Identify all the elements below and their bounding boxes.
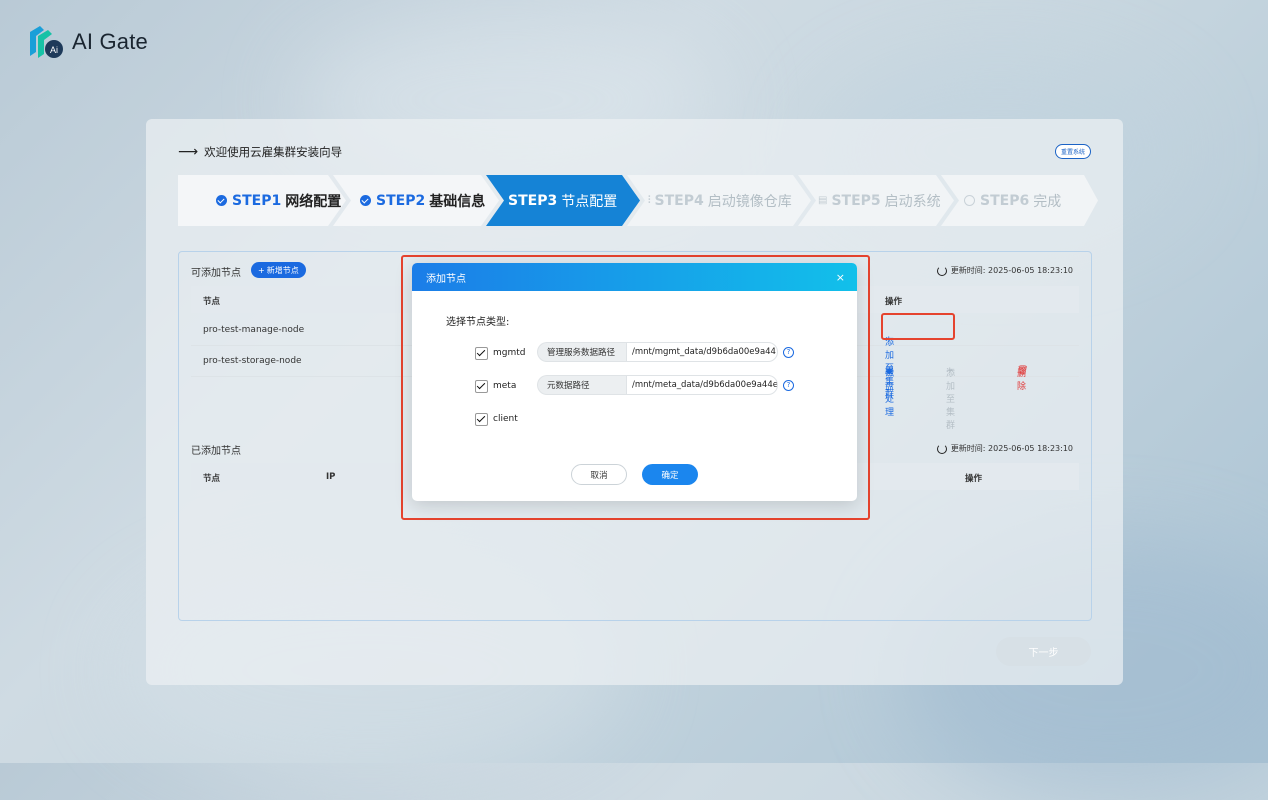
highlight-box: [881, 313, 955, 340]
add-node-label: 新增节点: [266, 265, 299, 275]
column-action: 操作: [965, 474, 983, 484]
step-number: STEP6: [980, 192, 1030, 209]
confirm-button[interactable]: 确定: [642, 464, 698, 485]
brand-name: AI Gate: [72, 29, 148, 54]
step-label: 基础信息: [429, 193, 486, 210]
available-updated-time: 更新时间: 2025-06-05 18:23:10: [936, 265, 1073, 276]
meta-path-input[interactable]: /mnt/meta_data/d9b6da00e9a44e: [626, 375, 778, 395]
mgmtd-path-input[interactable]: /mnt/mgmt_data/d9b6da00e9a44: [626, 342, 778, 362]
brand-logo: Ai AI Gate: [26, 22, 148, 62]
node-name: pro-test-manage-node: [203, 325, 305, 335]
step-4[interactable]: ⫶ STEP4 启动镜像仓库: [648, 175, 792, 226]
client-checkbox[interactable]: [475, 412, 488, 426]
check-circle-icon: [216, 195, 227, 206]
cancel-button[interactable]: 取消: [571, 464, 627, 485]
add-node-dialog: 添加节点 × 选择节点类型: mgmtd 管理服务数据路径 /mnt/mgmt_…: [412, 263, 857, 501]
updated-text: 更新时间: 2025-06-05 18:23:10: [950, 266, 1073, 275]
step-3[interactable]: STEP3 节点配置: [508, 175, 617, 226]
step-number: STEP5: [831, 192, 881, 209]
option-mgmtd: mgmtd: [475, 342, 526, 364]
step-1[interactable]: STEP1 网络配置: [216, 175, 341, 226]
option-label: client: [493, 414, 518, 424]
option-client: client: [475, 408, 518, 430]
step-label: 节点配置: [561, 193, 618, 210]
arrow-right-icon: ⟶: [178, 144, 199, 160]
node-type-prompt: 选择节点类型:: [446, 317, 510, 328]
help-icon[interactable]: ?: [783, 379, 794, 391]
column-node: 节点: [203, 474, 221, 484]
dialog-header: 添加节点 ×: [412, 263, 857, 291]
path-label: 元数据路径: [537, 375, 626, 395]
refresh-icon[interactable]: [936, 265, 947, 276]
step-label: 完成: [1033, 193, 1062, 210]
column-action: 操作: [885, 297, 903, 307]
add-node-button[interactable]: + 新增节点: [251, 262, 306, 278]
document-icon: ▤: [818, 195, 828, 206]
step-6[interactable]: STEP6 完成: [964, 175, 1061, 226]
help-icon[interactable]: ?: [783, 346, 794, 358]
signal-icon: ⫶: [648, 195, 651, 206]
reset-system-button[interactable]: 重置系统: [1054, 144, 1091, 159]
column-ip: IP: [326, 472, 336, 482]
check-circle-outline-icon: [964, 195, 975, 206]
delete-label: 删除: [1017, 369, 1027, 392]
node-name: pro-test-storage-node: [203, 356, 302, 366]
added-updated-time: 更新时间: 2025-06-05 18:23:10: [936, 443, 1073, 454]
next-step-button[interactable]: 下一步: [996, 637, 1091, 666]
logo-icon: Ai: [30, 26, 63, 58]
refresh-icon[interactable]: [936, 443, 947, 454]
disk-process-label: 磁盘处理: [885, 369, 895, 418]
step-number: STEP4: [654, 192, 704, 209]
step-number: STEP1: [232, 192, 282, 209]
step-number: STEP2: [376, 192, 426, 209]
step-number: STEP3: [508, 192, 558, 209]
check-circle-icon: [360, 195, 371, 206]
close-icon[interactable]: ×: [836, 271, 845, 284]
option-label: mgmtd: [493, 348, 526, 358]
step-label: 启动镜像仓库: [707, 193, 792, 210]
svg-text:Ai: Ai: [50, 45, 58, 55]
updated-text: 更新时间: 2025-06-05 18:23:10: [950, 444, 1073, 453]
welcome-text: 欢迎使用云雇集群安装向导: [204, 145, 343, 159]
added-nodes-title: 已添加节点: [191, 446, 241, 457]
stepper: STEP1 网络配置 STEP2 基础信息 STEP3 节点配置 ⫶ STEP4…: [178, 175, 1098, 226]
mgmtd-checkbox[interactable]: [475, 346, 488, 360]
step-label: 网络配置: [285, 193, 342, 210]
add-to-cluster-label: 添加至集群: [946, 369, 956, 431]
step-label: 启动系统: [884, 193, 941, 210]
step-2[interactable]: STEP2 基础信息: [360, 175, 485, 226]
step-5[interactable]: ▤ STEP5 启动系统: [818, 175, 941, 226]
meta-path-group: 元数据路径 /mnt/meta_data/d9b6da00e9a44e ?: [537, 375, 794, 395]
mgmtd-path-group: 管理服务数据路径 /mnt/mgmt_data/d9b6da00e9a44 ?: [537, 342, 794, 362]
option-label: meta: [493, 381, 517, 391]
plus-icon: +: [258, 265, 265, 275]
available-nodes-title: 可添加节点: [191, 268, 241, 279]
meta-checkbox[interactable]: [475, 379, 488, 393]
dialog-title: 添加节点: [426, 273, 466, 285]
option-meta: meta: [475, 375, 516, 397]
column-node: 节点: [203, 297, 221, 307]
welcome-title: ⟶ 欢迎使用云雇集群安装向导: [178, 144, 342, 160]
path-label: 管理服务数据路径: [537, 342, 626, 362]
